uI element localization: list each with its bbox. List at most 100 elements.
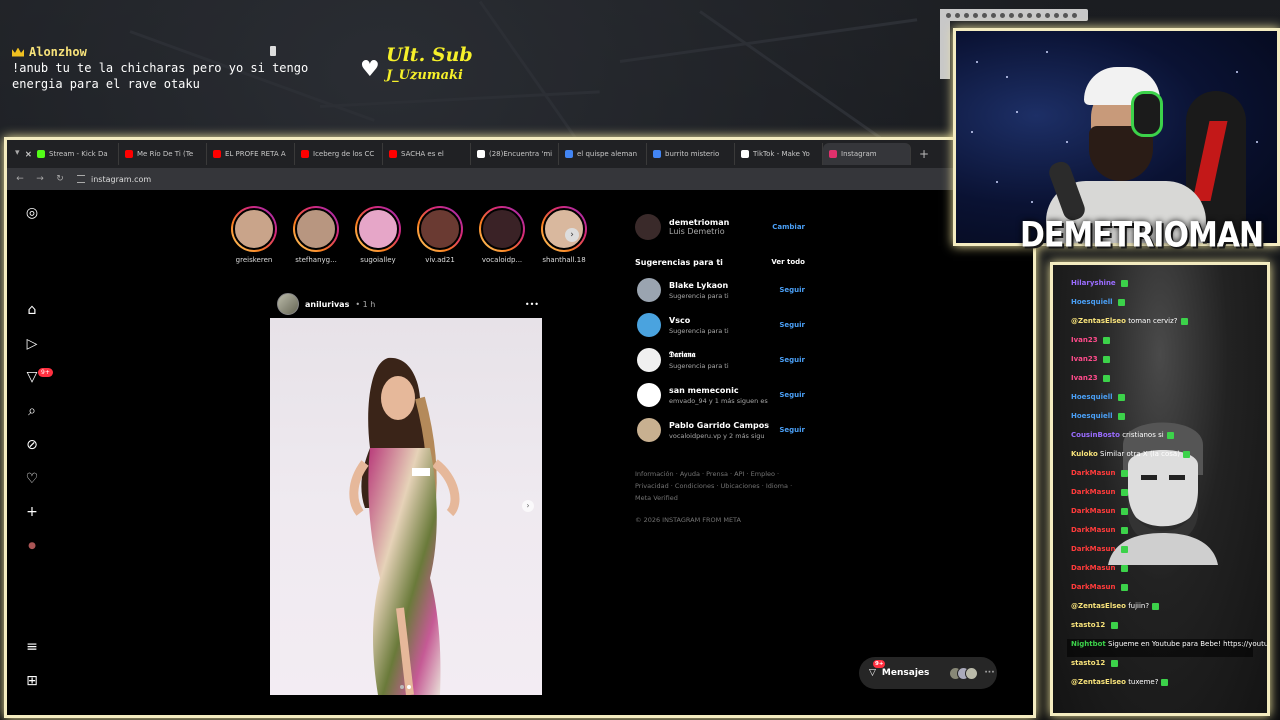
new-tab-button[interactable]: + (919, 147, 929, 161)
suggestion-name[interactable]: Vsco (669, 316, 729, 325)
story-item[interactable]: shanthall.18 (539, 206, 589, 264)
browser-tab[interactable]: SACHA es el ✕ (25, 143, 471, 165)
story-ring (231, 206, 277, 252)
story-item[interactable]: viv.ad21 (415, 206, 465, 264)
suggestion-avatar[interactable] (637, 383, 661, 407)
chat-username[interactable]: DarkMasun (1071, 545, 1115, 553)
suggestion-subtitle: emvado_94 y 1 más siguen es (669, 396, 768, 405)
emote-icon (1182, 450, 1190, 458)
chat-username[interactable]: DarkMasun (1071, 583, 1115, 591)
chat-username[interactable]: Ivan23 (1071, 374, 1098, 382)
instagram-logo-icon[interactable]: ◎ (23, 204, 41, 222)
search-icon[interactable]: ⌕ (23, 402, 41, 420)
emote-icon (1117, 412, 1125, 420)
chat-username[interactable]: @ZentasElseo (1071, 678, 1126, 686)
story-item[interactable]: vocaloidp... (477, 206, 527, 264)
overlay-chat-text: !anub tu te la chicharas pero yo si teng… (12, 61, 309, 91)
follow-button[interactable]: Seguir (779, 321, 805, 329)
notifications-heart-icon[interactable]: ♡ (23, 470, 41, 488)
messages-badge: 9+ (873, 660, 886, 668)
ig-sidebar: ◎ ⌂ ▷ ▽ 9+ ⌕ ⊘ ♡ + ● ≡ ⊞ (7, 190, 55, 715)
forward-button[interactable]: → (33, 174, 47, 184)
account-avatar[interactable] (635, 214, 661, 240)
post-next-icon[interactable]: › (522, 500, 534, 512)
create-icon[interactable]: + (23, 503, 41, 521)
browser-tab[interactable]: EL PROFE RETA A ✕ (25, 143, 295, 165)
story-item[interactable]: sugoialley (353, 206, 403, 264)
chat-username[interactable]: CousinBosto (1071, 431, 1120, 439)
follow-button[interactable]: Seguir (779, 391, 805, 399)
suggestion-name[interactable]: Blake Lykaon (669, 281, 729, 290)
browser-tab[interactable]: Iceberg de los CC ✕ (25, 143, 383, 165)
see-all-link[interactable]: Ver todo (771, 258, 805, 267)
chat-line: Ivan23 (1071, 355, 1110, 363)
address-bar: ← → ↻ instagram.com ⌕ ⧉ ☆ ● (7, 168, 1033, 190)
follow-button[interactable]: Seguir (779, 286, 805, 294)
story-item[interactable]: stefhanyg... (291, 206, 341, 264)
suggestion-avatar[interactable] (637, 313, 661, 337)
chat-username[interactable]: Hilaryshine (1071, 279, 1116, 287)
story-item[interactable]: greiskeren (229, 206, 279, 264)
browser-tab[interactable]: burrito misterio ✕ (25, 143, 735, 165)
post-username[interactable]: anilurivas (305, 300, 349, 309)
chat-username[interactable]: stasto12 (1071, 621, 1105, 629)
url-field[interactable]: instagram.com (77, 175, 151, 184)
emote-icon (1161, 678, 1169, 686)
explore-icon[interactable]: ⊘ (23, 436, 41, 454)
emote-icon (1120, 564, 1128, 572)
suggestion-avatar[interactable] (637, 418, 661, 442)
chat-line: Hoesquiell (1071, 393, 1125, 401)
post-photo (349, 357, 460, 695)
chat-username[interactable]: Hoesquiell (1071, 393, 1113, 401)
chat-username[interactable]: Hoesquiell (1071, 298, 1113, 306)
chat-username[interactable]: stasto12 (1071, 659, 1105, 667)
story-username: viv.ad21 (425, 256, 455, 264)
reload-button[interactable]: ↻ (53, 174, 67, 184)
browser-tab[interactable]: TikTok - Make Yo ✕ (25, 143, 823, 165)
chat-username[interactable]: Ivan23 (1071, 355, 1098, 363)
account-username[interactable]: demetrioman (669, 218, 729, 227)
more-menu-icon[interactable]: ≡ (23, 638, 41, 656)
chat-username[interactable]: @ZentasElseo (1071, 602, 1126, 610)
chat-username[interactable]: Ivan23 (1071, 336, 1098, 344)
post-image[interactable]: › (270, 318, 542, 695)
chat-username[interactable]: Kuloko (1071, 450, 1098, 458)
site-info-icon[interactable] (77, 175, 85, 183)
browser-tab[interactable]: el quispe aleman ✕ (25, 143, 647, 165)
reels-icon[interactable]: ▷ (23, 335, 41, 353)
follow-button[interactable]: Seguir (779, 356, 805, 364)
suggestion-name[interactable]: 𝕯𝖆𝖗𝖎𝖆𝖓𝖆 (669, 350, 729, 360)
chat-username[interactable]: DarkMasun (1071, 507, 1115, 515)
chat-username[interactable]: DarkMasun (1071, 469, 1115, 477)
browser-tab[interactable]: Stream - Kick Da ✕ (25, 143, 119, 165)
browser-tab[interactable]: Me Río De Ti (Te ✕ (25, 143, 207, 165)
chat-username[interactable]: DarkMasun (1071, 488, 1115, 496)
threads-icon[interactable]: ⊞ (23, 672, 41, 690)
chat-username[interactable]: Hoesquiell (1071, 412, 1113, 420)
chat-username[interactable]: Nightbot (1071, 640, 1106, 648)
back-button[interactable]: ← (13, 174, 27, 184)
messages-button[interactable]: ▽ 9+ Mensajes ··· (859, 657, 997, 689)
tab-title: SACHA es el (401, 150, 444, 158)
browser-tab[interactable]: Instagram ✕ (25, 143, 911, 165)
suggestion-name[interactable]: san memeconic (669, 386, 768, 395)
home-icon[interactable]: ⌂ (23, 301, 41, 319)
footer-links[interactable]: Información · Ayuda · Prensa · API · Emp… (635, 468, 795, 504)
follow-button[interactable]: Seguir (779, 426, 805, 434)
switch-account-link[interactable]: Cambiar (772, 223, 805, 231)
tab-title: Instagram (841, 150, 877, 158)
chat-username[interactable]: @ZentasElseo (1071, 317, 1126, 325)
chat-username[interactable]: DarkMasun (1071, 564, 1115, 572)
emote-icon (1120, 545, 1128, 553)
suggestion-name[interactable]: Pablo Garrido Campos (669, 421, 769, 430)
suggestion-item: san memeconic emvado_94 y 1 más siguen es… (635, 383, 805, 407)
post-author-avatar[interactable] (277, 293, 299, 315)
messages-more-icon[interactable]: ··· (984, 668, 994, 678)
suggestion-avatar[interactable] (637, 278, 661, 302)
chat-username[interactable]: DarkMasun (1071, 526, 1115, 534)
stories-next-icon[interactable]: › (565, 228, 579, 242)
suggestion-avatar[interactable] (637, 348, 661, 372)
post-options-icon[interactable]: ••• (525, 300, 539, 309)
profile-avatar[interactable]: ● (23, 537, 41, 555)
browser-tab[interactable]: (28)Encuentra 'mi ✕ (25, 143, 559, 165)
